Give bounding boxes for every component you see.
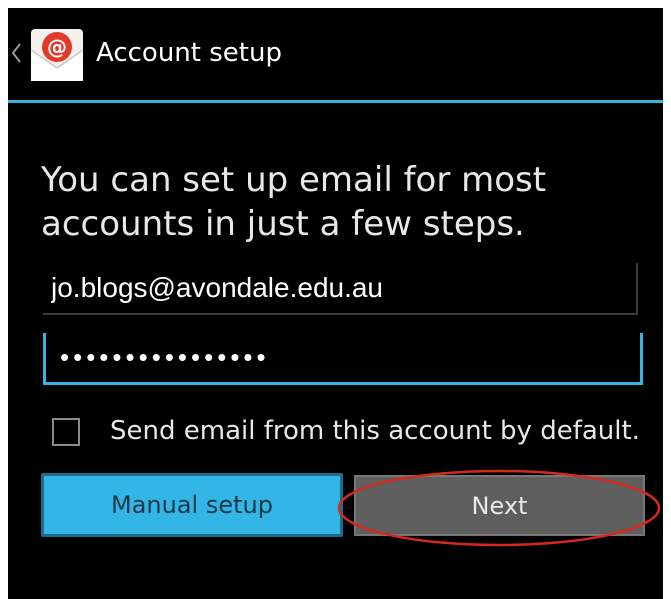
- action-bar: @ Account setup: [8, 8, 663, 100]
- email-field[interactable]: [43, 263, 638, 315]
- default-account-label: Send email from this account by default.: [110, 416, 640, 446]
- email-app-icon[interactable]: @: [28, 26, 86, 84]
- default-account-checkbox[interactable]: [52, 418, 80, 446]
- phone-screen: @ Account setup You can set up email for…: [8, 8, 663, 599]
- chevron-left-icon[interactable]: [10, 42, 22, 64]
- action-bar-divider: [8, 100, 663, 103]
- action-bar-title: Account setup: [96, 38, 282, 68]
- manual-setup-button[interactable]: Manual setup: [41, 473, 343, 537]
- svg-text:@: @: [47, 35, 67, 59]
- setup-instructions: You can set up email for most accounts i…: [41, 160, 547, 244]
- next-button[interactable]: Next: [354, 475, 645, 536]
- password-field[interactable]: [43, 333, 643, 385]
